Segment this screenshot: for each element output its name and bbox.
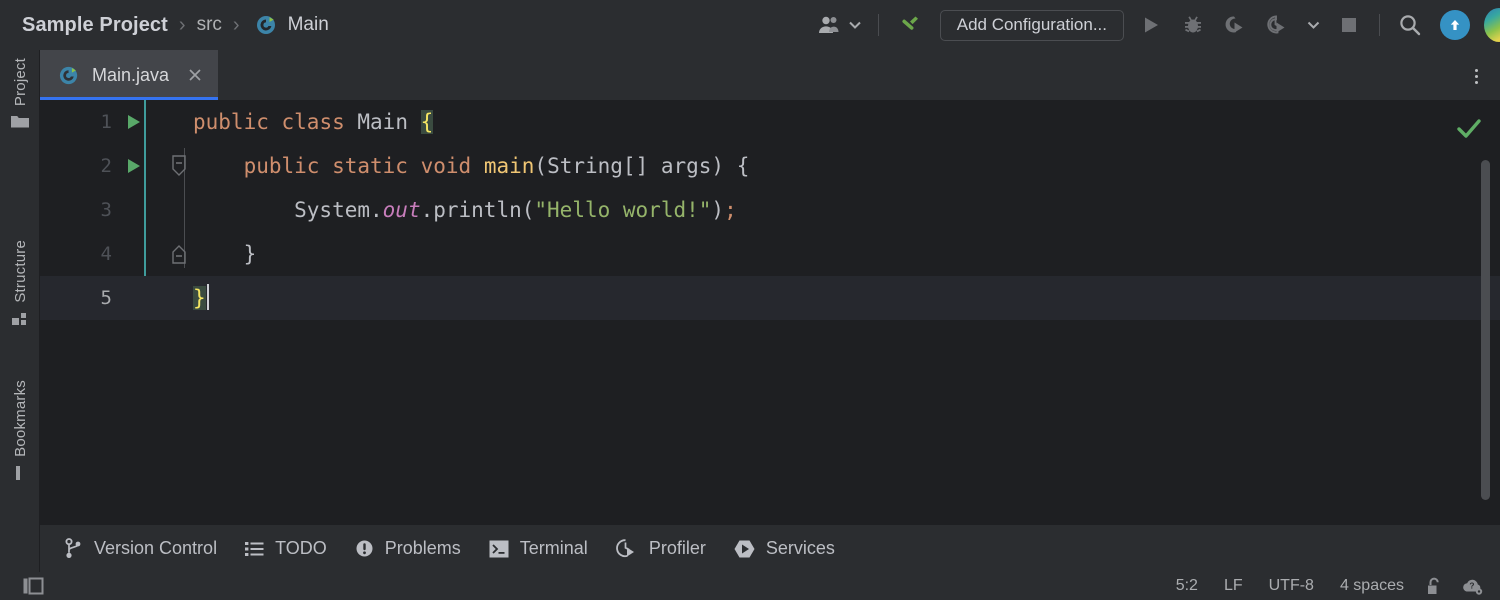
- debug-bug-icon[interactable]: [1177, 9, 1209, 41]
- indent-setting[interactable]: 4 spaces: [1340, 577, 1404, 595]
- file-encoding[interactable]: UTF-8: [1269, 577, 1314, 595]
- sidebar-item-label: Bookmarks: [12, 380, 29, 457]
- profiler-icon[interactable]: [1261, 9, 1293, 41]
- svg-text:?: ?: [1469, 581, 1474, 591]
- code-text: }: [193, 232, 256, 276]
- tool-window-version-control[interactable]: Version Control: [64, 538, 217, 559]
- ide-window: Sample Project › src › Main: [0, 0, 1500, 600]
- chevron-down-icon[interactable]: [1303, 9, 1323, 41]
- breadcrumb-file[interactable]: Main: [288, 14, 329, 36]
- tool-window-services[interactable]: Services: [734, 538, 835, 559]
- toolbar-actions: Add Configuration...: [809, 0, 1500, 50]
- run-with-coverage-icon[interactable]: [1219, 9, 1251, 41]
- tool-window-label: Services: [766, 538, 835, 559]
- line-number: 5: [40, 276, 112, 320]
- run-gutter-icon[interactable]: [125, 157, 143, 180]
- collapse-icon[interactable]: [171, 245, 187, 270]
- status-bar-right: 5:2 LF UTF-8 4 spaces ?: [1163, 576, 1494, 596]
- code-line-current: 5 }: [40, 276, 1500, 320]
- status-bar: 5:2 LF UTF-8 4 spaces ?: [0, 572, 1500, 600]
- left-tool-stripe: Project Structure Bookmarks: [0, 50, 40, 574]
- tool-window-terminal[interactable]: Terminal: [489, 538, 588, 559]
- add-configuration-button[interactable]: Add Configuration...: [940, 10, 1124, 41]
- sidebar-item-bookmarks[interactable]: Bookmarks: [0, 380, 40, 482]
- editor-area: Main.java 1: [40, 50, 1500, 524]
- bookmark-icon: [11, 464, 29, 482]
- editor-vertical-scrollbar[interactable]: [1481, 160, 1490, 500]
- user-avatar[interactable]: [1484, 8, 1500, 42]
- breadcrumb-folder[interactable]: src: [197, 14, 222, 36]
- layout-toggle-icon[interactable]: [21, 576, 45, 596]
- tool-window-profiler[interactable]: Profiler: [616, 538, 706, 559]
- code-line: 4 }: [40, 232, 1500, 276]
- update-arrow-icon[interactable]: [1439, 9, 1471, 41]
- tool-window-label: Version Control: [94, 538, 217, 559]
- sidebar-item-project[interactable]: Project: [0, 58, 40, 130]
- stop-icon[interactable]: [1333, 9, 1365, 41]
- profiler-icon: [616, 538, 638, 559]
- more-options-icon[interactable]: [1466, 65, 1486, 87]
- tool-window-label: Profiler: [649, 538, 706, 559]
- breadcrumb-project[interactable]: Sample Project: [22, 14, 168, 37]
- code-lines: 1 public class Main { 2: [40, 100, 1500, 524]
- editor-tab-label: Main.java: [92, 65, 169, 86]
- tool-window-label: Terminal: [520, 538, 588, 559]
- code-line: 3 System.out.println("Hello world!");: [40, 188, 1500, 232]
- line-number: 2: [40, 144, 112, 188]
- close-icon[interactable]: [186, 66, 204, 84]
- caret-position[interactable]: 5:2: [1176, 577, 1198, 595]
- git-branch-icon: [64, 538, 83, 559]
- sidebar-item-label: Project: [12, 58, 29, 106]
- java-class-icon: [255, 13, 279, 37]
- line-number: 1: [40, 100, 112, 144]
- tool-window-label: TODO: [275, 538, 327, 559]
- code-line: 2 public static void main(String[] args)…: [40, 144, 1500, 188]
- text-caret: [207, 284, 209, 310]
- help-cloud-icon[interactable]: ?: [1461, 576, 1485, 596]
- folder-icon: [10, 113, 30, 130]
- users-icon[interactable]: [814, 9, 846, 41]
- services-icon: [734, 539, 755, 559]
- chevron-down-icon[interactable]: [846, 9, 864, 41]
- tool-window-problems[interactable]: Problems: [355, 538, 461, 559]
- code-editor[interactable]: 1 public class Main { 2: [40, 100, 1500, 524]
- status-bar-left: [12, 576, 54, 596]
- code-text: }: [193, 276, 209, 320]
- structure-blocks-icon: [11, 310, 29, 328]
- tool-window-todo[interactable]: TODO: [245, 538, 327, 559]
- problems-warning-icon: [355, 539, 374, 558]
- tool-window-bar: Version Control TODO Problems: [40, 524, 1500, 572]
- terminal-icon: [489, 540, 509, 558]
- breadcrumb-separator: ›: [179, 14, 186, 37]
- java-class-icon: [58, 64, 81, 87]
- run-gutter-icon[interactable]: [125, 113, 143, 136]
- toolbar-divider: [878, 14, 879, 36]
- breadcrumb: Sample Project › src › Main: [22, 13, 329, 37]
- search-icon[interactable]: [1394, 9, 1426, 41]
- collapse-icon[interactable]: [171, 155, 187, 182]
- line-separator[interactable]: LF: [1224, 577, 1243, 595]
- toolbar-divider: [1379, 14, 1380, 36]
- editor-tab-bar: Main.java: [40, 50, 1500, 100]
- unlocked-padlock-icon[interactable]: [1426, 577, 1443, 596]
- sidebar-item-label: Structure: [12, 240, 29, 303]
- run-icon[interactable]: [1135, 9, 1167, 41]
- list-icon: [245, 541, 264, 557]
- editor-tab-main-java[interactable]: Main.java: [40, 50, 218, 100]
- line-number: 3: [40, 188, 112, 232]
- code-text: public class Main {: [193, 100, 433, 144]
- code-line: 1 public class Main {: [40, 100, 1500, 144]
- code-text: public static void main(String[] args) {: [193, 144, 749, 188]
- tool-window-label: Problems: [385, 538, 461, 559]
- sidebar-item-structure[interactable]: Structure: [0, 240, 40, 328]
- main-toolbar: Sample Project › src › Main: [0, 0, 1500, 50]
- line-number: 4: [40, 232, 112, 276]
- breadcrumb-separator: ›: [233, 14, 240, 37]
- hammer-build-icon[interactable]: [893, 9, 925, 41]
- code-text: System.out.println("Hello world!");: [193, 188, 737, 232]
- checkmark-ok-icon[interactable]: [1456, 118, 1482, 145]
